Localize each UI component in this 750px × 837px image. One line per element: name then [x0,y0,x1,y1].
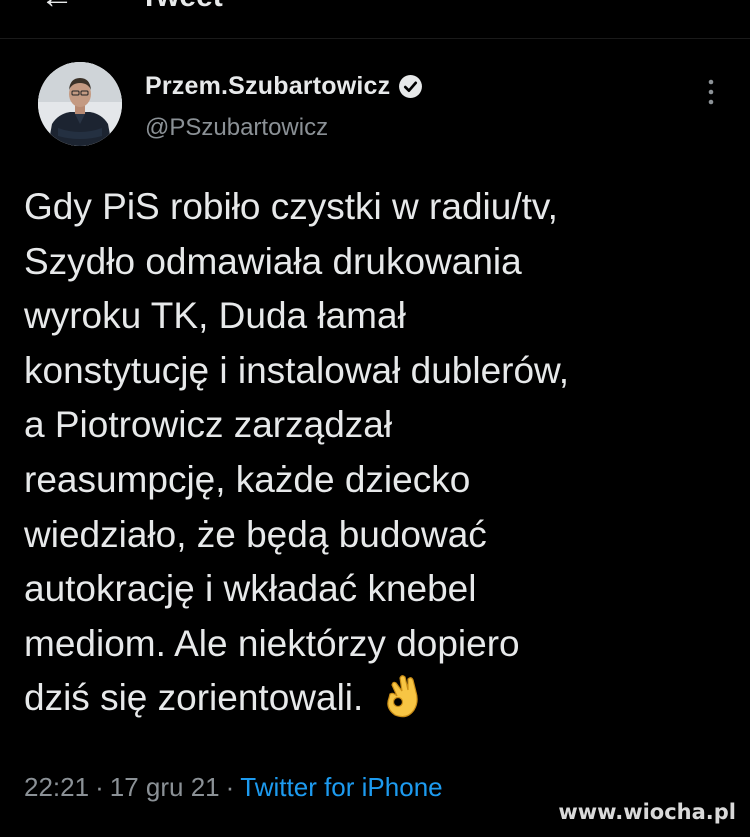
author-name-row[interactable]: Przem.Szubartowicz [145,72,423,101]
tweet-line: wiedziało, że będą budować [24,513,487,555]
tweet-line: Gdy PiS robiło czystki w radiu/tv, [24,186,558,227]
tweet-time[interactable]: 22:21 [24,772,89,802]
top-bar: ← Tweet [0,0,750,39]
tweet-line: konstytucję i instalował dublerów, [24,349,570,391]
ok-hand-emoji-icon [387,675,419,718]
meta-separator: · [95,772,104,802]
tweet-date[interactable]: 17 gru 21 [110,772,220,802]
tweet-source-link[interactable]: Twitter for iPhone [240,772,442,802]
tweet-line-last: dziś się zorientowali. [24,671,734,726]
more-vertical-icon[interactable] [706,76,716,108]
avatar[interactable] [38,62,122,146]
watermark: www.wiocha.pl [558,800,736,824]
tweet-line: dziś się zorientowali. [24,677,364,719]
tweet-line: Szydło odmawiała drukowania [24,240,522,282]
display-name[interactable]: Przem.Szubartowicz [145,72,390,101]
tweet-text: Gdy PiS robiło czystki w radiu/tv, Szydł… [24,180,734,726]
tweet-line: a Piotrowicz zarządzał [24,404,393,446]
tweet-line: autokrację i wkładać knebel [24,568,477,610]
page-title: Tweet [140,0,223,14]
tweet-line: wyroku TK, Duda łamał [24,295,406,337]
verified-badge-icon [399,75,423,98]
back-arrow-icon[interactable]: ← [40,0,74,17]
user-handle[interactable]: @PSzubartowicz [145,114,328,142]
tweet-meta: 22:21 · 17 gru 21 · Twitter for iPhone [24,772,443,803]
tweet-line: mediom. Ale niektórzy dopiero [24,622,520,664]
meta-separator: · [225,772,235,802]
tweet-line: reasumpcję, każde dziecko [24,458,471,500]
